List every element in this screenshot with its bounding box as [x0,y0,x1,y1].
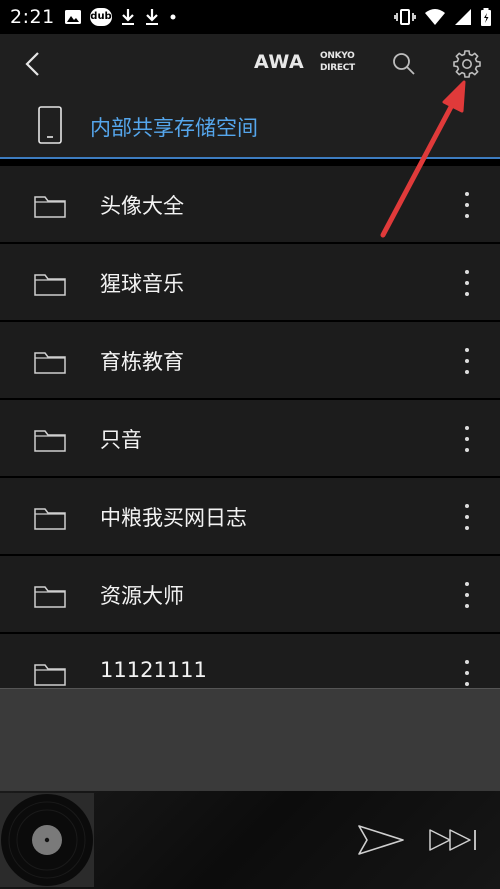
status-time: 2:21 [10,6,55,28]
mini-player [0,791,500,889]
folder-icon [34,352,66,374]
folder-row[interactable]: 只音 [0,400,500,476]
more-vert-icon[interactable] [452,504,482,530]
battery-icon [481,8,491,26]
onkyo-line1: ONKYO [320,51,355,61]
storage-label: 内部共享存储空间 [90,116,258,140]
more-vert-icon[interactable] [452,348,482,374]
folder-icon [34,196,66,218]
onkyo-line2: DIRECT [320,63,355,73]
folder-row[interactable]: 11121111 [0,634,500,688]
vibrate-icon [394,9,416,25]
more-vert-icon[interactable] [452,192,482,218]
more-vert-icon[interactable] [452,660,482,686]
image-icon [65,10,81,24]
status-notification-icons: dub [64,7,178,27]
dot-icon [170,14,176,20]
folder-name: 只音 [100,428,142,452]
folder-icon [34,430,66,452]
folder-row[interactable]: 猩球音乐 [0,244,500,320]
dub-icon: dub [90,8,112,26]
awa-logo[interactable]: AWA [254,51,304,73]
status-system-icons [394,7,492,27]
more-vert-icon[interactable] [452,270,482,296]
folder-list[interactable]: 头像大全 猩球音乐 育栋教育 只音 中粮我买网日志 资源大师 11121111 [0,166,500,688]
skip-next-icon[interactable] [428,827,480,853]
folder-name: 资源大师 [100,584,184,608]
folder-name: 中粮我买网日志 [100,506,247,530]
folder-name: 猩球音乐 [100,272,184,296]
top-app-bar: AWA ONKYO DIRECT [0,34,500,94]
folder-name: 头像大全 [100,194,184,218]
back-arrow-icon[interactable] [18,49,48,79]
folder-icon [34,664,66,686]
folder-icon [34,274,66,296]
signal-icon [455,9,471,25]
storage-location-header[interactable]: 内部共享存储空间 [0,94,500,159]
folder-name: 育栋教育 [100,350,184,374]
more-vert-icon[interactable] [452,582,482,608]
wifi-icon [425,9,445,25]
folder-name: 11121111 [100,658,207,682]
status-bar: 2:21 dub [0,0,500,34]
download-icon [146,9,158,25]
folder-row[interactable]: 中粮我买网日志 [0,478,500,554]
download-icon [122,9,134,25]
vinyl-record-icon[interactable] [0,793,94,887]
folder-row[interactable]: 头像大全 [0,166,500,242]
folder-icon [34,508,66,530]
folder-row[interactable]: 育栋教育 [0,322,500,398]
empty-panel [0,688,500,792]
phone-storage-icon [38,106,62,144]
folder-icon [34,586,66,608]
folder-row[interactable]: 资源大师 [0,556,500,632]
play-icon[interactable] [356,823,406,857]
more-vert-icon[interactable] [452,426,482,452]
gear-icon[interactable] [452,49,482,79]
onkyo-direct-logo[interactable]: ONKYO DIRECT [320,50,355,74]
search-icon[interactable] [390,50,418,78]
